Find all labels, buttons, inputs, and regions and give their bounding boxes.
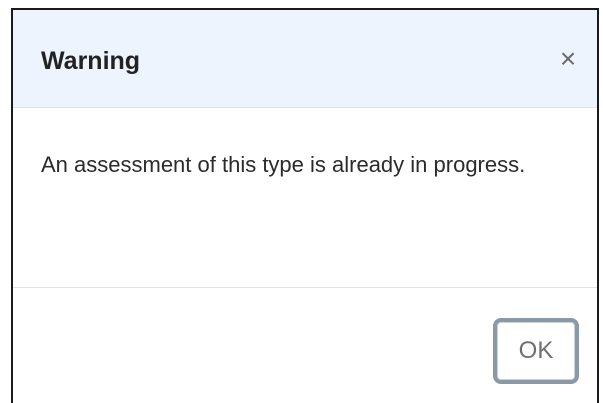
warning-dialog: Warning × An assessment of this type is … — [11, 8, 599, 403]
ok-button[interactable]: OK — [493, 318, 579, 384]
dialog-header: Warning × — [13, 10, 597, 108]
close-icon[interactable]: × — [555, 45, 581, 73]
dialog-message: An assessment of this type is already in… — [41, 152, 526, 177]
dialog-body: An assessment of this type is already in… — [13, 108, 597, 288]
dialog-footer: OK — [13, 288, 597, 403]
dialog-title: Warning — [41, 47, 141, 75]
